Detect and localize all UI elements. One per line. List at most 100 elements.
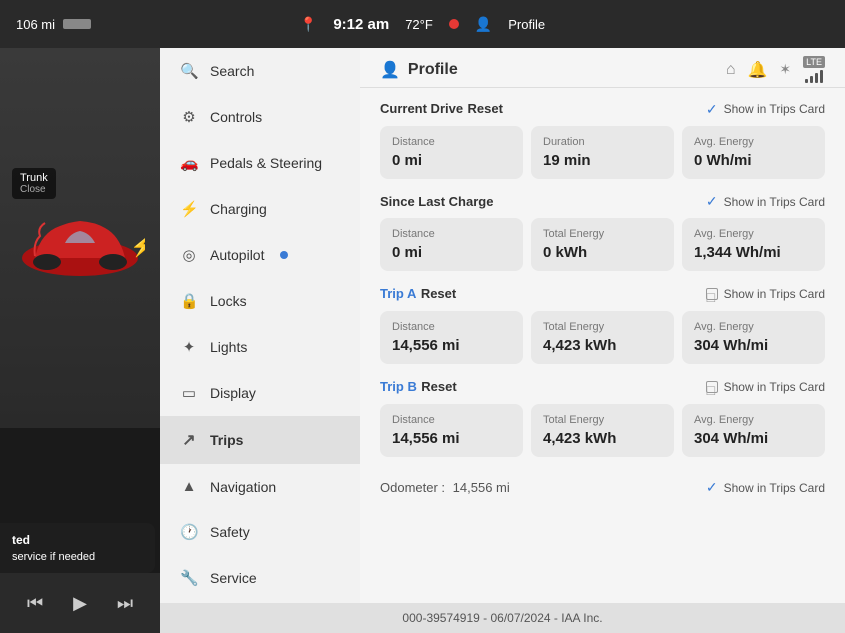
- current-drive-reset[interactable]: Reset: [468, 101, 503, 116]
- slc-distance-label: Distance: [392, 228, 511, 240]
- signal-bar-2: [810, 76, 813, 83]
- trip-a-avg-energy-card: Avg. Energy 304 Wh/mi: [682, 311, 825, 364]
- sidebar-item-safety[interactable]: 🕐 Safety: [160, 509, 360, 555]
- current-drive-distance-label: Distance: [392, 136, 511, 148]
- trip-b-toggle[interactable]: □ Show in Trips Card: [706, 380, 825, 394]
- trip-a-total-energy-label: Total Energy: [543, 321, 662, 333]
- slc-total-energy-card: Total Energy 0 kWh: [531, 218, 674, 271]
- sidebar-item-controls[interactable]: ⚙ Controls: [160, 94, 360, 140]
- trunk-label: Trunk Close: [12, 168, 56, 199]
- sidebar-label-lights: Lights: [210, 339, 247, 355]
- sidebar-item-display[interactable]: ▭ Display: [160, 370, 360, 416]
- trip-a-total-energy-value: 4,423 kWh: [543, 337, 662, 354]
- current-drive-duration-value: 19 min: [543, 152, 662, 169]
- bell-icon[interactable]: 🔔: [748, 60, 768, 80]
- sidebar-label-search: Search: [210, 63, 254, 79]
- alert-title: ted: [12, 533, 143, 547]
- sidebar-label-service: Service: [210, 570, 257, 586]
- trip-b-avg-energy-value: 304 Wh/mi: [694, 430, 813, 447]
- odometer-row: Odometer : 14,556 mi ✓ Show in Trips Car…: [380, 471, 825, 500]
- trip-b-title-row: Trip B Reset: [380, 378, 457, 396]
- trip-a-toggle[interactable]: □ Show in Trips Card: [706, 287, 825, 301]
- record-dot: [449, 19, 459, 29]
- current-drive-energy-card: Avg. Energy 0 Wh/mi: [682, 126, 825, 179]
- sidebar: 🔍 Search ⚙ Controls 🚗 Pedals & Steering …: [160, 48, 360, 633]
- trip-a-reset[interactable]: Reset: [421, 286, 456, 301]
- sidebar-label-safety: Safety: [210, 524, 250, 540]
- current-drive-distance-card: Distance 0 mi: [380, 126, 523, 179]
- signal-bar-1: [805, 79, 808, 83]
- sidebar-item-charging[interactable]: ⚡ Charging: [160, 186, 360, 232]
- sidebar-item-trips[interactable]: ↗ Trips: [160, 416, 360, 464]
- current-drive-header: Current Drive Reset ✓ Show in Trips Card: [380, 100, 825, 118]
- odometer-label-value: Odometer : 14,556 mi: [380, 480, 510, 495]
- trip-a-avg-energy-value: 304 Wh/mi: [694, 337, 813, 354]
- odometer-value: 14,556 mi: [453, 480, 510, 495]
- alert-box: ted service if needed: [0, 523, 155, 573]
- trip-b-avg-energy-label: Avg. Energy: [694, 414, 813, 426]
- sidebar-label-trips: Trips: [210, 432, 243, 448]
- trip-b-distance-label: Distance: [392, 414, 511, 426]
- odometer-toggle[interactable]: ✓ Show in Trips Card: [706, 479, 825, 496]
- sidebar-item-navigation[interactable]: ▲ Navigation: [160, 464, 360, 509]
- trip-b-total-energy-card: Total Energy 4,423 kWh: [531, 404, 674, 457]
- signal-bar-3: [815, 73, 818, 83]
- trip-b-cards: Distance 14,556 mi Total Energy 4,423 kW…: [380, 404, 825, 457]
- trip-b-section: Trip B Reset □ Show in Trips Card Distan…: [380, 378, 825, 457]
- display-icon: ▭: [180, 384, 198, 402]
- sidebar-label-pedals: Pedals & Steering: [210, 155, 322, 171]
- current-drive-energy-value: 0 Wh/mi: [694, 152, 813, 169]
- status-bar-left: 106 mi: [16, 17, 176, 32]
- time-display: 9:12 am: [333, 16, 389, 33]
- main-header: 👤 Profile ⌂ 🔔 ✶ LTE: [360, 48, 845, 88]
- trip-a-distance-label: Distance: [392, 321, 511, 333]
- trunk-title: Trunk: [20, 172, 48, 184]
- trip-b-header: Trip B Reset □ Show in Trips Card: [380, 378, 825, 396]
- trip-a-total-energy-card: Total Energy 4,423 kWh: [531, 311, 674, 364]
- prev-button[interactable]: ⏮: [27, 593, 43, 614]
- sidebar-item-pedals[interactable]: 🚗 Pedals & Steering: [160, 140, 360, 186]
- slc-distance-card: Distance 0 mi: [380, 218, 523, 271]
- battery-bar: [63, 19, 91, 29]
- current-drive-duration-label: Duration: [543, 136, 662, 148]
- map-pin-icon: 📍: [300, 16, 317, 33]
- bottom-controls: ⏮ ▶ ⏭: [0, 573, 160, 633]
- trip-a-title: Trip A: [380, 286, 416, 301]
- slc-distance-value: 0 mi: [392, 244, 511, 261]
- trip-a-cards: Distance 14,556 mi Total Energy 4,423 kW…: [380, 311, 825, 364]
- trip-b-distance-card: Distance 14,556 mi: [380, 404, 523, 457]
- sidebar-item-lights[interactable]: ✦ Lights: [160, 324, 360, 370]
- svg-text:⚡: ⚡: [130, 234, 145, 258]
- sidebar-item-search[interactable]: 🔍 Search: [160, 48, 360, 94]
- trip-a-header: Trip A Reset □ Show in Trips Card: [380, 285, 825, 303]
- trip-a-section: Trip A Reset □ Show in Trips Card Distan…: [380, 285, 825, 364]
- signal-bar-4: [820, 70, 823, 83]
- trip-b-trips-label: Show in Trips Card: [724, 380, 825, 394]
- battery-indicator: [63, 19, 91, 29]
- play-button[interactable]: ▶: [73, 593, 87, 614]
- main-header-title: 👤 Profile: [380, 60, 726, 80]
- alert-body: service if needed: [12, 551, 143, 563]
- current-drive-trips-toggle[interactable]: ✓ Show in Trips Card: [706, 101, 825, 118]
- home-icon[interactable]: ⌂: [726, 61, 736, 79]
- sidebar-item-service[interactable]: 🔧 Service: [160, 555, 360, 601]
- current-drive-cards: Distance 0 mi Duration 19 min Avg. Energ…: [380, 126, 825, 179]
- next-button[interactable]: ⏭: [117, 593, 133, 614]
- lte-badge: LTE: [803, 56, 825, 68]
- trip-b-reset[interactable]: Reset: [421, 379, 456, 394]
- sidebar-item-autopilot[interactable]: ◎ Autopilot: [160, 232, 360, 278]
- sidebar-label-locks: Locks: [210, 293, 247, 309]
- slc-avg-energy-label: Avg. Energy: [694, 228, 813, 240]
- since-last-charge-header: Since Last Charge ✓ Show in Trips Card: [380, 193, 825, 210]
- bluetooth-icon[interactable]: ✶: [779, 61, 791, 78]
- sidebar-item-locks[interactable]: 🔒 Locks: [160, 278, 360, 324]
- since-last-charge-toggle[interactable]: ✓ Show in Trips Card: [706, 193, 825, 210]
- sidebar-label-controls: Controls: [210, 109, 262, 125]
- safety-icon: 🕐: [180, 523, 198, 541]
- main-title: Profile: [408, 61, 458, 79]
- trip-b-avg-energy-card: Avg. Energy 304 Wh/mi: [682, 404, 825, 457]
- search-icon: 🔍: [180, 62, 198, 80]
- since-last-charge-cards: Distance 0 mi Total Energy 0 kWh Avg. En…: [380, 218, 825, 271]
- mileage-display: 106 mi: [16, 17, 55, 32]
- footer-text: 000-39574919 - 06/07/2024 - IAA Inc.: [402, 611, 602, 625]
